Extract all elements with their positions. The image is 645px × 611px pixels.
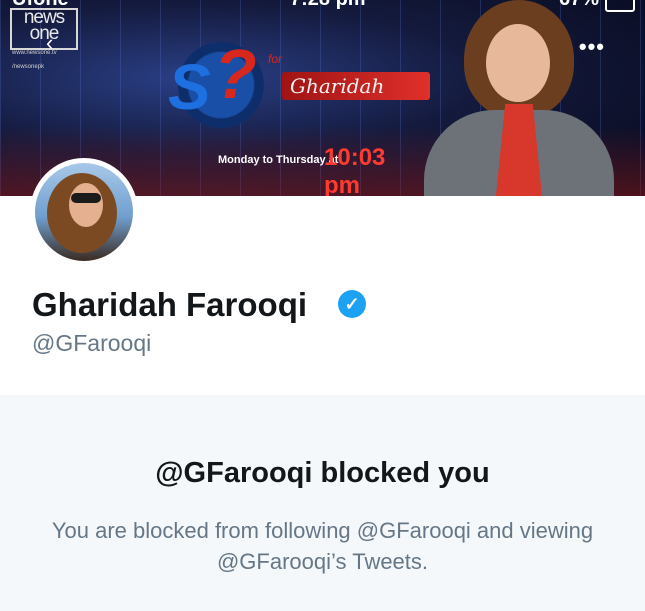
- blocked-panel: @GFarooqi blocked you You are blocked fr…: [0, 395, 645, 611]
- schedule-time: 10:03 pm: [324, 144, 386, 196]
- blocked-title: @GFarooqi blocked you: [155, 457, 490, 489]
- show-logo-s: S: [168, 51, 211, 123]
- more-dots-icon: •••: [578, 34, 605, 59]
- battery-icon: [605, 0, 635, 12]
- profile-handle: @GFarooqi: [32, 330, 152, 356]
- avatar-photo: [35, 163, 133, 261]
- show-schedule: Monday to Thursday at 10:03 pm: [210, 144, 410, 196]
- schedule-prefix: Monday to Thursday at: [218, 154, 339, 166]
- back-button[interactable]: ‹: [46, 30, 53, 56]
- profile-name: Gharidah Farooqi: [32, 286, 308, 323]
- show-logo: S ?: [156, 30, 286, 140]
- host-photo: [424, 0, 614, 196]
- more-options-button[interactable]: •••: [579, 34, 605, 60]
- blocked-message: You are blocked from following @GFarooqi…: [51, 518, 594, 574]
- battery-label: 67%: [559, 0, 599, 11]
- verified-badge-icon: ✓: [338, 290, 366, 318]
- show-logo-p: ?: [214, 35, 257, 113]
- channel-social: /newsonepk: [12, 64, 45, 70]
- clock-label: 7:28 pm: [290, 0, 366, 11]
- show-title-bar: Gharidah: [282, 72, 430, 100]
- carrier-label: Ufone: [12, 0, 69, 11]
- status-bar: Ufone 7:28 pm 67%: [0, 0, 645, 14]
- show-for-label: for: [268, 52, 283, 66]
- avatar[interactable]: [30, 158, 138, 266]
- channel-logo: news one: [10, 8, 78, 50]
- show-title: Gharidah: [290, 74, 385, 98]
- chevron-left-icon: ‹: [46, 30, 54, 55]
